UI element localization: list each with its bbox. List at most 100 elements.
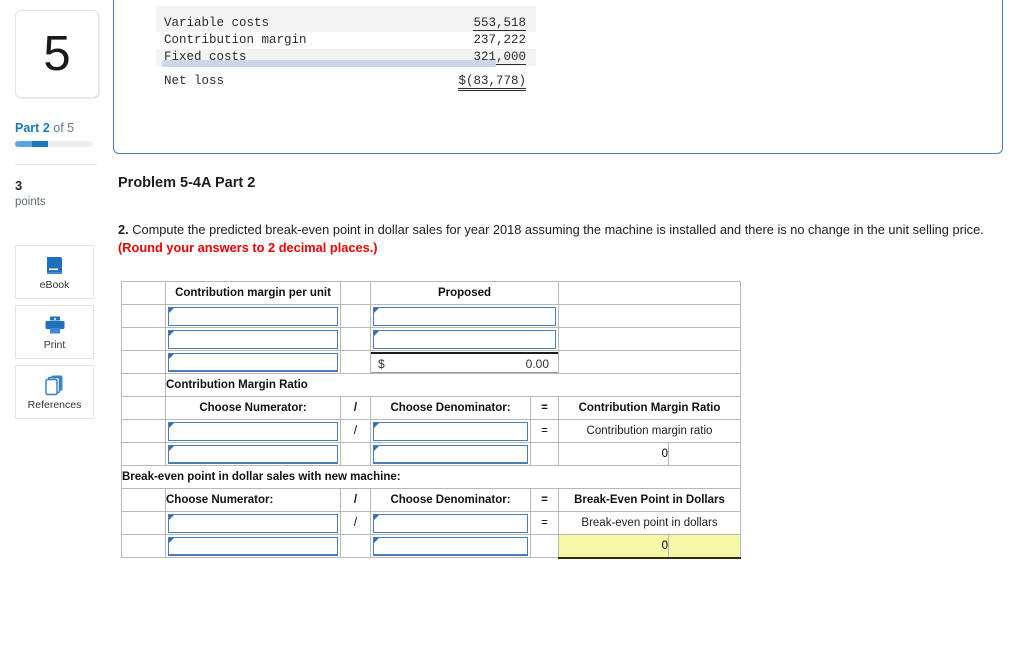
- cmr-numerator-cell-2: [165, 442, 341, 466]
- cm-unit-value-cell-1: [370, 304, 559, 328]
- statement-label: Contribution margin: [164, 33, 307, 47]
- row-gap: [340, 442, 371, 466]
- cmr-section-title: Contribution Margin Ratio: [165, 373, 741, 397]
- bep-denominator-input-2[interactable]: [373, 536, 528, 556]
- bep-result-header: Break-Even Point in Dollars: [558, 488, 741, 512]
- bep-equals-header: =: [530, 488, 559, 512]
- row-spacer: [121, 304, 166, 328]
- table-row: [121, 304, 741, 328]
- statement-label: Variable costs: [164, 16, 270, 30]
- row-gap: [340, 304, 371, 328]
- bep-numerator-input-2[interactable]: [168, 536, 338, 556]
- row-gap: [340, 327, 371, 351]
- row-gap-2: [530, 442, 559, 466]
- part-total: 5: [67, 121, 75, 135]
- income-statement-card: Variable costs 553,518 Contribution marg…: [113, 0, 1003, 154]
- bep-numerator-cell-2: [165, 534, 341, 558]
- bep-equals-cell: =: [530, 511, 559, 535]
- row-spacer: [121, 350, 166, 374]
- cm-unit-value-input-1[interactable]: [373, 306, 556, 326]
- sidebar-divider: [15, 164, 97, 165]
- currency-symbol: $: [378, 356, 385, 371]
- problem-number: 2.: [118, 222, 129, 237]
- problem-statement: 2. Compute the predicted break-even poin…: [118, 221, 998, 257]
- printer-icon: [43, 314, 67, 336]
- cmr-title-spacer: [121, 373, 166, 397]
- row-spacer: [121, 534, 166, 558]
- cmr-equals-header: =: [530, 396, 559, 420]
- cmr-numerator-input-2[interactable]: [168, 444, 338, 464]
- row-spacer: [121, 327, 166, 351]
- table-row: Choose Numerator: / Choose Denominator: …: [121, 396, 741, 420]
- statement-row-clipped: [156, 6, 536, 15]
- problem-text: Compute the predicted break-even point i…: [132, 222, 984, 237]
- cmr-slash-cell: /: [340, 419, 371, 443]
- cm-unit-value-input-2[interactable]: [373, 329, 556, 349]
- cmr-denominator-input-2[interactable]: [373, 444, 528, 464]
- cm-unit-total-cell: $ 0.00: [370, 350, 559, 374]
- cmr-denominator-header: Choose Denominator:: [370, 396, 531, 420]
- row-spacer: [121, 442, 166, 466]
- table-row: 0: [121, 534, 741, 559]
- table-row: / = Contribution margin ratio: [121, 419, 741, 443]
- rounding-note: (Round your answers to 2 decimal places.…: [118, 240, 378, 255]
- bep-denominator-cell: [370, 511, 531, 535]
- part-current: 2: [42, 121, 50, 135]
- cmr-result-suffix: [668, 442, 741, 466]
- row-spacer: [121, 511, 166, 535]
- statement-label: Net loss: [164, 74, 225, 88]
- question-number-card: 5: [15, 10, 99, 98]
- cm-unit-label-input-1[interactable]: [168, 306, 338, 326]
- ebook-button[interactable]: eBook: [15, 245, 94, 299]
- question-sidebar: 5 Part 2 of 5 3 points eBook Print Refer…: [0, 0, 108, 653]
- row-gap: [340, 350, 371, 374]
- bep-section-title: Break-even point in dollar sales with ne…: [121, 465, 741, 489]
- bep-numerator-input[interactable]: [168, 513, 338, 533]
- row-gap: [340, 534, 371, 558]
- print-button[interactable]: Print: [15, 305, 94, 359]
- cm-unit-label-cell-3: [165, 350, 341, 374]
- cmr-denominator-input[interactable]: [373, 421, 528, 441]
- proposed-header: Proposed: [370, 281, 559, 305]
- ebook-label: eBook: [39, 278, 70, 291]
- bep-result-label: Break-even point in dollars: [558, 511, 741, 535]
- statement-row: Variable costs 553,518: [156, 15, 536, 32]
- bep-slash-cell: /: [340, 511, 371, 535]
- cmr-numerator-input[interactable]: [168, 421, 338, 441]
- cm-unit-label-input-2[interactable]: [168, 329, 338, 349]
- progress-segment-completed: [15, 141, 32, 147]
- cmr-denominator-cell: [370, 419, 531, 443]
- bep-denominator-input[interactable]: [373, 513, 528, 533]
- income-statement: Variable costs 553,518 Contribution marg…: [156, 6, 536, 91]
- bep-header-spacer: [121, 488, 166, 512]
- statement-value: $(83,778): [458, 74, 526, 91]
- row-trailing: [558, 304, 741, 328]
- table-row: Break-even point in dollar sales with ne…: [121, 465, 741, 489]
- statement-row: Contribution margin 237,222: [156, 32, 536, 49]
- table-row: [121, 327, 741, 351]
- cm-unit-spacer-header: [121, 281, 166, 305]
- table-row: / = Break-even point in dollars: [121, 511, 741, 535]
- cmr-numerator-header: Choose Numerator:: [165, 396, 341, 420]
- statement-value: 237,222: [473, 33, 526, 47]
- page-title: Problem 5-4A Part 2: [118, 175, 256, 191]
- cmr-result-header: Contribution Margin Ratio: [558, 396, 741, 420]
- bep-numerator-cell: [165, 511, 341, 535]
- statement-horizontal-scrollbar[interactable]: [162, 60, 496, 67]
- cm-unit-label-input-3[interactable]: [168, 352, 338, 372]
- table-row: Contribution Margin Ratio: [121, 373, 741, 397]
- question-number: 5: [43, 26, 71, 81]
- cm-unit-trailing-header: [558, 281, 741, 305]
- row-spacer: [121, 419, 166, 443]
- references-button[interactable]: References: [15, 365, 94, 419]
- table-row: Choose Numerator: / Choose Denominator: …: [121, 488, 741, 512]
- cm-unit-label-cell-1: [165, 304, 341, 328]
- copy-pages-icon: [44, 374, 66, 396]
- statement-spacer: [156, 66, 536, 73]
- cm-unit-gap-header: [340, 281, 371, 305]
- bep-result-suffix: [668, 534, 741, 559]
- cmr-header-spacer: [121, 396, 166, 420]
- part-progress-bar: [15, 141, 93, 147]
- page-root: 5 Part 2 of 5 3 points eBook Print Refer…: [0, 0, 1024, 653]
- cmr-slash-header: /: [340, 396, 371, 420]
